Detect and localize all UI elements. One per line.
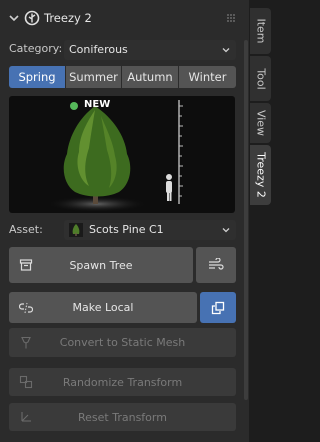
dice-icon	[19, 375, 33, 389]
wind-icon	[209, 258, 224, 270]
tab-tool-label: Tool	[254, 67, 267, 90]
tab-view[interactable]: View	[250, 103, 271, 143]
asset-dropdown[interactable]: Scots Pine C1	[64, 220, 236, 240]
asset-label: Asset:	[9, 223, 43, 236]
treezy-panel: Treezy 2 Category: Coniferous Spring Sum…	[0, 0, 249, 442]
mesh-convert-icon	[21, 336, 31, 348]
tab-view-label: View	[254, 109, 267, 137]
randomize-transform-button[interactable]: Randomize Transform	[9, 368, 236, 396]
sidebar-tabs: Item Tool View Treezy 2	[249, 0, 272, 442]
spawn-tree-label: Spawn Tree	[69, 258, 133, 272]
make-local-label: Make Local	[72, 301, 134, 314]
tree-preview-image[interactable]: NEW	[9, 96, 235, 213]
asset-value: Scots Pine C1	[89, 223, 164, 236]
season-tab-spring[interactable]: Spring	[9, 66, 65, 88]
transform-icon	[21, 412, 31, 422]
convert-static-mesh-button[interactable]: Convert to Static Mesh	[9, 328, 236, 357]
treezy-logo-icon	[24, 10, 40, 26]
season-tab-winter[interactable]: Winter	[179, 66, 236, 88]
convert-static-mesh-label: Convert to Static Mesh	[59, 336, 186, 349]
panel-title: Treezy 2	[44, 11, 92, 25]
reset-transform-label: Reset Transform	[78, 410, 167, 424]
season-tab-autumn[interactable]: Autumn	[122, 66, 178, 88]
chevron-down-icon	[222, 228, 230, 233]
wind-settings-button[interactable]	[196, 247, 236, 283]
tree-thumbnail-icon	[69, 223, 83, 237]
tab-treezy-2[interactable]: Treezy 2	[250, 145, 271, 205]
reset-transform-button[interactable]: Reset Transform	[9, 403, 236, 431]
spawn-tree-button[interactable]: Spawn Tree	[9, 247, 193, 283]
panel-header[interactable]: Treezy 2	[0, 8, 249, 32]
tab-treezy-2-label: Treezy 2	[254, 152, 267, 198]
duplicate-toggle-button[interactable]	[200, 292, 236, 323]
duplicate-icon	[211, 301, 225, 314]
chevron-down-icon[interactable]	[8, 12, 20, 24]
category-label: Category:	[9, 42, 63, 55]
unlink-icon	[19, 302, 33, 313]
new-badge: NEW	[84, 99, 111, 110]
category-value: Coniferous	[69, 43, 128, 56]
season-tab-summer[interactable]: Summer	[66, 66, 121, 88]
panel-scrollbar[interactable]	[244, 40, 248, 400]
make-local-button[interactable]: Make Local	[9, 292, 197, 323]
tab-tool[interactable]: Tool	[250, 56, 271, 101]
tree-preview-graphic	[47, 100, 183, 212]
chevron-down-icon	[222, 48, 230, 53]
randomize-transform-label: Randomize Transform	[62, 375, 183, 389]
drag-grip-icon[interactable]	[226, 13, 236, 23]
new-badge-dot-icon	[70, 102, 78, 110]
box-icon	[19, 259, 33, 271]
tab-item[interactable]: Item	[250, 8, 271, 54]
tab-item-label: Item	[254, 18, 267, 44]
category-dropdown[interactable]: Coniferous	[64, 40, 236, 60]
